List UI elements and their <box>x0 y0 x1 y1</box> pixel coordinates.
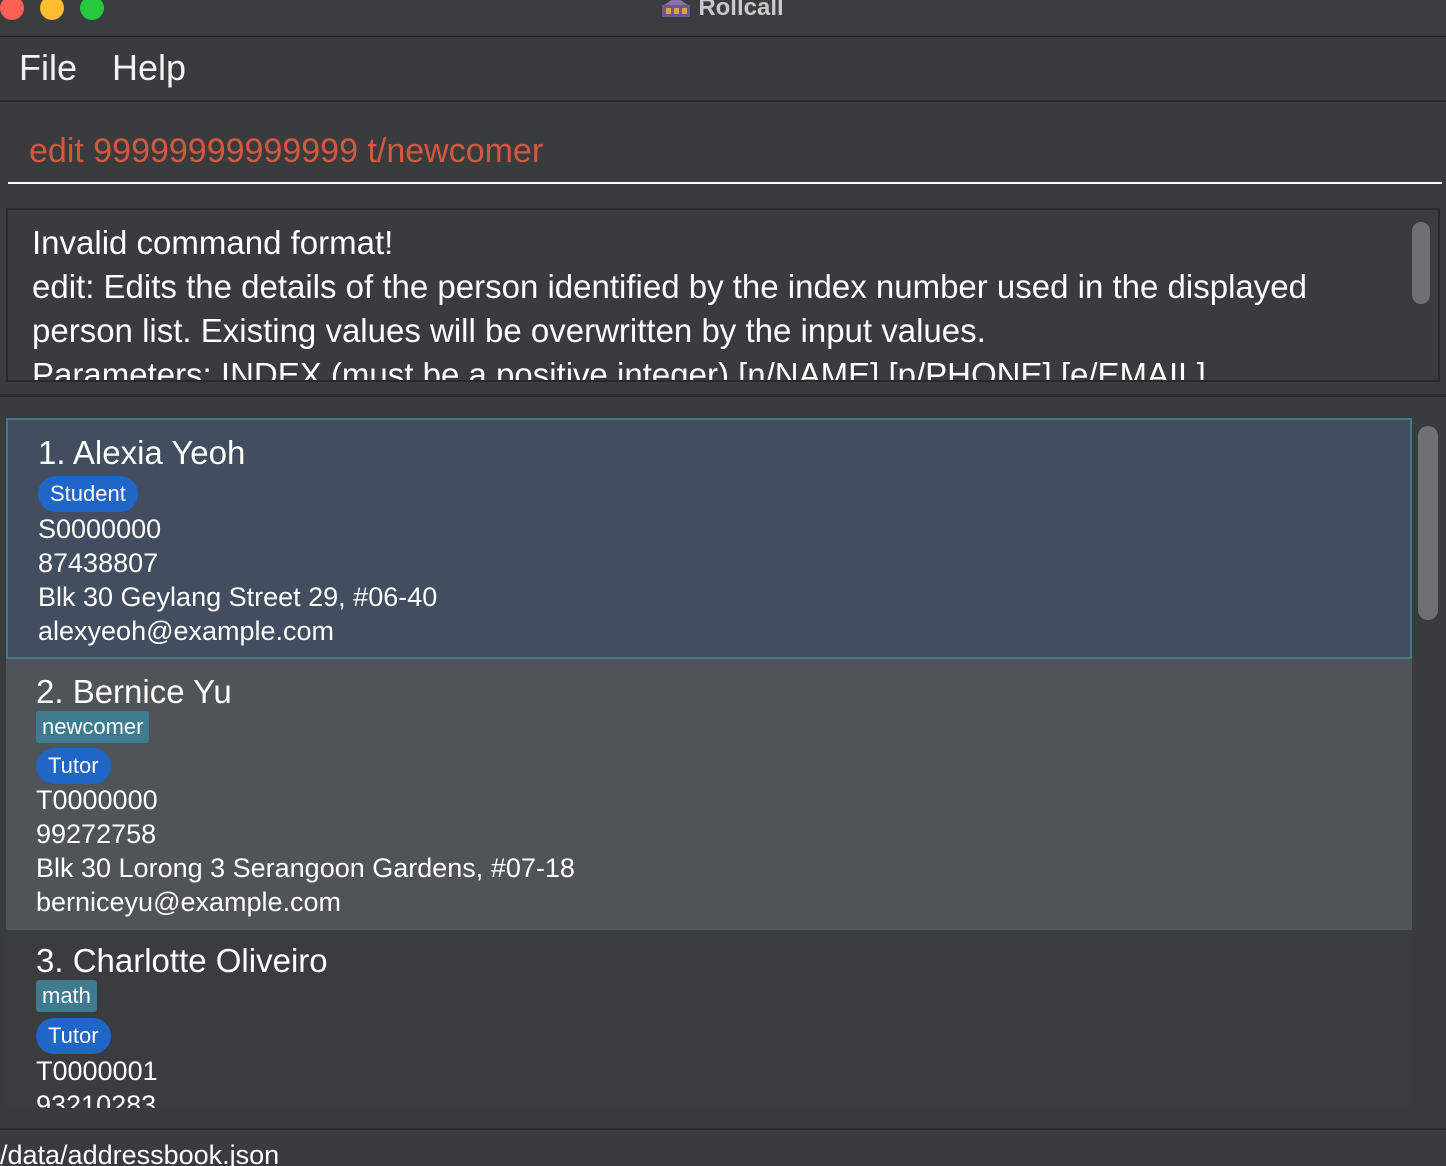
command-box <box>0 102 1446 192</box>
person-name: 2. Bernice Yu <box>36 673 232 710</box>
person-phone: 87438807 <box>38 548 159 578</box>
person-id: T0000001 <box>36 1056 158 1086</box>
person-name: 1. Alexia Yeoh <box>38 434 246 471</box>
window-title-container: Rollcall <box>0 0 1446 22</box>
person-list[interactable]: 1. Alexia Yeoh Student S0000000 87438807… <box>6 418 1412 1108</box>
rollcall-app-icon <box>662 0 691 17</box>
window-title: Rollcall <box>698 0 784 21</box>
title-bar: Rollcall <box>0 0 1446 37</box>
person-email: berniceyu@example.com <box>36 887 342 917</box>
data-file-path: /data/addressbook.json <box>0 1140 280 1166</box>
menu-bar: File Help <box>0 37 1446 102</box>
result-scrollbar-thumb[interactable] <box>1412 222 1430 304</box>
result-line-4: Parameters: INDEX (must be a positive in… <box>32 356 1206 382</box>
person-phone: 99272758 <box>36 819 157 849</box>
list-scrollbar-thumb[interactable] <box>1418 426 1438 620</box>
role-badge: Tutor <box>36 748 111 784</box>
result-line-3: person list. Existing values will be ove… <box>32 312 986 349</box>
status-bar: /data/addressbook.json <box>0 1128 1446 1166</box>
result-line-2: edit: Edits the details of the person id… <box>32 268 1307 305</box>
divider <box>0 394 1446 397</box>
result-line-1: Invalid command format! <box>32 224 394 261</box>
menu-file[interactable]: File <box>19 47 77 89</box>
app-window: Rollcall File Help Invalid command forma… <box>0 0 1446 1166</box>
result-display[interactable]: Invalid command format! edit: Edits the … <box>6 208 1440 382</box>
person-id: T0000000 <box>36 785 158 815</box>
role-badge: Student <box>38 476 138 512</box>
tag-label: newcomer <box>36 711 150 743</box>
person-address: Blk 30 Geylang Street 29, #06-40 <box>38 582 438 612</box>
person-email: alexyeoh@example.com <box>38 616 335 646</box>
role-badge: Tutor <box>36 1018 111 1054</box>
person-address: Blk 30 Lorong 3 Serangoon Gardens, #07-1… <box>36 853 575 883</box>
command-input[interactable] <box>8 120 1442 184</box>
tag-label: math <box>36 980 97 1012</box>
person-id: S0000000 <box>38 514 162 544</box>
person-card-1[interactable]: 1. Alexia Yeoh Student S0000000 87438807… <box>6 418 1412 659</box>
person-phone: 93210283 <box>36 1090 157 1108</box>
person-card-2[interactable]: 2. Bernice Yu newcomer Tutor T0000000 99… <box>6 659 1412 930</box>
person-card-3[interactable]: 3. Charlotte Oliveiro math Tutor T000000… <box>6 930 1412 1108</box>
person-name: 3. Charlotte Oliveiro <box>36 942 328 979</box>
menu-help[interactable]: Help <box>112 47 186 89</box>
